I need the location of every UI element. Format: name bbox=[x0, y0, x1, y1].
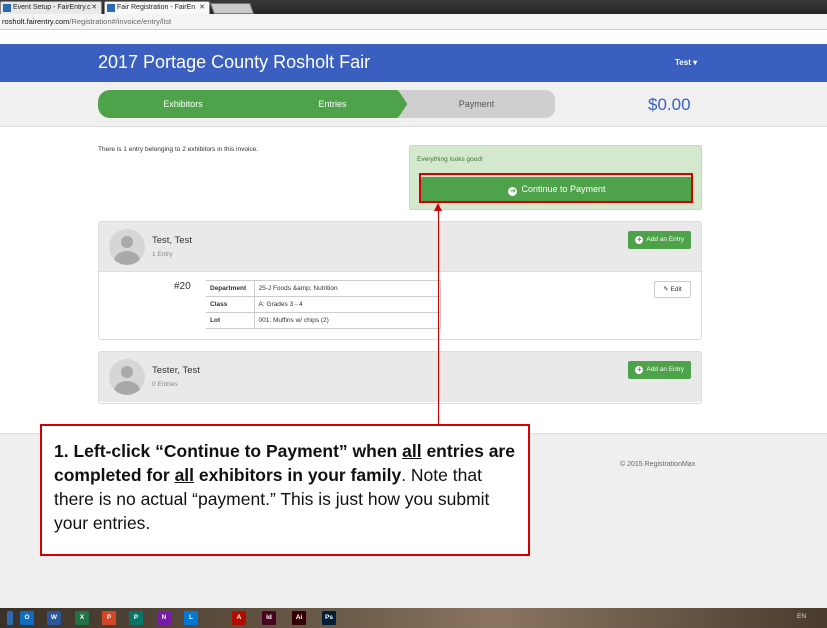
photoshop-app-icon[interactable]: Ps bbox=[322, 611, 336, 625]
close-tab-icon[interactable]: ✕ bbox=[199, 2, 205, 14]
exhibitor-header: Tester, Test 0 Entries + Add an Entry bbox=[99, 352, 701, 402]
word-app-icon[interactable]: W bbox=[47, 611, 61, 625]
table-row: Class A: Grades 3 - 4 bbox=[206, 296, 441, 313]
step-entries[interactable]: Entries bbox=[255, 90, 410, 118]
browser-tab-event-setup[interactable]: Event Setup - FairEntry.c ✕ bbox=[0, 1, 102, 14]
windows-taskbar: O W X P P N L A Id Ai Ps EN bbox=[0, 608, 827, 628]
entry-details-table: Department 25-J Foods &amp; Nutrition Cl… bbox=[206, 280, 441, 329]
powerpoint-app-icon[interactable]: P bbox=[102, 611, 116, 625]
publisher-app-icon[interactable]: P bbox=[129, 611, 143, 625]
table-row: Lot 001: Muffins w/ chips (2) bbox=[206, 312, 441, 329]
indesign-app-icon[interactable]: Id bbox=[262, 611, 276, 625]
close-tab-icon[interactable]: ✕ bbox=[91, 2, 97, 14]
field-value: A: Grades 3 - 4 bbox=[253, 296, 441, 313]
avatar bbox=[109, 229, 145, 265]
field-value: 001: Muffins w/ chips (2) bbox=[253, 312, 441, 329]
callout-emphasis: all bbox=[174, 465, 195, 485]
add-entry-label: Add an Entry bbox=[646, 366, 684, 373]
callout-arrow-head bbox=[434, 203, 442, 211]
add-entry-label: Add an Entry bbox=[646, 236, 684, 243]
illustrator-app-icon[interactable]: Ai bbox=[292, 611, 306, 625]
excel-app-icon[interactable]: X bbox=[75, 611, 89, 625]
language-indicator[interactable]: EN bbox=[797, 613, 806, 620]
field-key: Lot bbox=[206, 312, 255, 329]
copyright: © 2015 RegistrationMax bbox=[620, 461, 696, 468]
new-tab-button[interactable] bbox=[209, 3, 255, 14]
entry-count: 0 Entries bbox=[152, 381, 178, 388]
user-menu[interactable]: Test ▾ bbox=[675, 58, 697, 67]
pencil-icon: ✎ bbox=[663, 286, 669, 293]
edit-entry-button[interactable]: ✎ Edit bbox=[654, 281, 691, 298]
exhibitor-panel: Test, Test 1 Entry + Add an Entry #20 Dep… bbox=[98, 221, 702, 340]
step-payment[interactable]: Payment bbox=[398, 90, 555, 118]
entry-count: 1 Entry bbox=[152, 251, 173, 258]
callout-emphasis: all bbox=[402, 441, 422, 461]
entry-number: #20 bbox=[174, 281, 191, 292]
table-row: Department 25-J Foods &amp; Nutrition bbox=[206, 280, 441, 297]
exhibitor-header: Test, Test 1 Entry + Add an Entry bbox=[99, 222, 701, 272]
instruction-callout: 1. Left-click “Continue to Payment” when… bbox=[40, 424, 530, 556]
alert-message: Everything looks good! bbox=[417, 156, 483, 163]
avatar bbox=[109, 359, 145, 395]
browser-tab-fair-registration[interactable]: Fair Registration - FairEn ✕ bbox=[104, 1, 210, 14]
plus-circle-icon: + bbox=[635, 365, 644, 374]
field-value: 25-J Foods &amp; Nutrition bbox=[253, 280, 441, 297]
plus-circle-icon: + bbox=[635, 235, 644, 244]
favicon-icon bbox=[107, 4, 115, 12]
onenote-app-icon[interactable]: N bbox=[157, 611, 171, 625]
entry-row: #20 Department 25-J Foods &amp; Nutritio… bbox=[99, 272, 701, 338]
tab-label: Event Setup - FairEntry.c bbox=[13, 4, 91, 11]
add-entry-button[interactable]: + Add an Entry bbox=[628, 231, 691, 249]
exhibitor-panel: Tester, Test 0 Entries + Add an Entry bbox=[98, 351, 702, 404]
callout-text: 1. Left-click “Continue to Payment” when bbox=[54, 441, 403, 461]
lync-app-icon[interactable]: L bbox=[184, 611, 198, 625]
page-title[interactable]: 2017 Portage County Rosholt Fair bbox=[98, 52, 370, 73]
tab-label: Fair Registration - FairEn bbox=[117, 4, 196, 11]
invoice-summary: There is 1 entry belonging to 2 exhibito… bbox=[98, 146, 259, 153]
favicon-icon bbox=[3, 4, 11, 12]
exhibitor-name: Test, Test bbox=[152, 235, 192, 246]
url-path: /Registration#/invoice/entry/list bbox=[69, 17, 172, 26]
edit-label: Edit bbox=[670, 286, 682, 293]
address-bar[interactable]: rosholt.fairentry.com/Registration#/invo… bbox=[0, 14, 827, 30]
acrobat-app-icon[interactable]: A bbox=[232, 611, 246, 625]
invoice-total: $0.00 bbox=[648, 95, 691, 114]
highlight-box bbox=[419, 173, 693, 203]
url-host: rosholt.fairentry.com bbox=[2, 17, 70, 26]
browser-tab-bar: Event Setup - FairEntry.c ✕ Fair Registr… bbox=[0, 0, 827, 14]
outlook-app-icon[interactable]: O bbox=[20, 611, 34, 625]
callout-text: exhibitors in your family bbox=[194, 465, 402, 485]
exhibitor-name: Tester, Test bbox=[152, 365, 200, 376]
start-icon[interactable] bbox=[7, 611, 13, 625]
field-key: Class bbox=[206, 296, 255, 313]
step-exhibitors[interactable]: Exhibitors bbox=[98, 90, 268, 118]
add-entry-button[interactable]: + Add an Entry bbox=[628, 361, 691, 379]
field-key: Department bbox=[206, 280, 255, 297]
progress-wizard: Exhibitors Entries Payment $0.00 bbox=[0, 82, 827, 127]
callout-arrow-line bbox=[438, 208, 439, 424]
navbar: 2017 Portage County Rosholt Fair Test ▾ bbox=[0, 44, 827, 82]
